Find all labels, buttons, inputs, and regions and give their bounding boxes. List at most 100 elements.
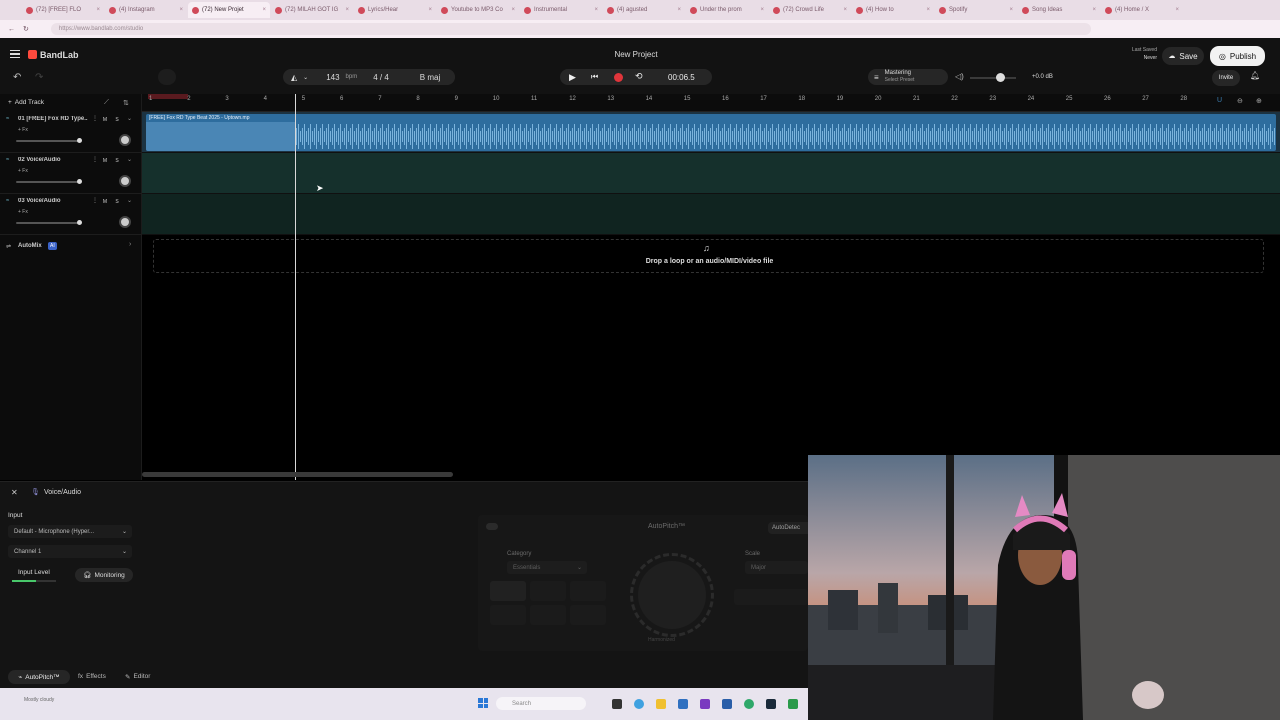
more-icon[interactable]: ⋮	[92, 156, 98, 163]
tab-close-icon[interactable]: ×	[1175, 7, 1179, 13]
save-button[interactable]: ☁ Save	[1162, 47, 1204, 65]
chevron-right-icon[interactable]: ›	[129, 241, 131, 248]
solo-button[interactable]: S	[112, 197, 122, 206]
tab-editor[interactable]: ✎ Editor	[125, 673, 150, 681]
tab-close-icon[interactable]: ×	[760, 7, 764, 13]
tab-close-icon[interactable]: ×	[1009, 7, 1013, 13]
input-device-select[interactable]: Default - Microphone (Hyper... ⌄	[8, 525, 132, 538]
chrome-icon[interactable]	[744, 699, 754, 709]
browser-tab[interactable]: (72) Crowd Life ×	[769, 2, 851, 18]
mute-button[interactable]: M	[100, 156, 110, 165]
mute-button[interactable]: M	[100, 115, 110, 124]
add-fx-button[interactable]: + Fx	[18, 168, 28, 174]
preset-tile[interactable]	[490, 605, 526, 625]
tab-autopitch[interactable]: ⌁ AutoPitch™	[8, 670, 70, 684]
track-title[interactable]: 02 Voice/Audio	[18, 157, 88, 163]
browser-tab[interactable]: (72) New Projet ×	[188, 2, 270, 18]
magnet-icon[interactable]: U	[1217, 97, 1222, 104]
automix-label[interactable]: AutoMix	[18, 243, 42, 249]
scale-select[interactable]: Major	[745, 561, 808, 574]
timeline-ruler[interactable]: 1 2 3 4 5 6 7 8 9 10 11 12 13 14 15 16 17 18 19 20 21 22 23 24 2…	[142, 94, 1280, 112]
tab-close-icon[interactable]: ×	[1092, 7, 1096, 13]
track-header[interactable]: ≈02 Voice/Audio + Fx ⋮ M S ⌄	[0, 153, 142, 194]
add-fx-button[interactable]: + Fx	[18, 209, 28, 215]
track-lane-2[interactable]	[142, 153, 1280, 194]
tab-close-icon[interactable]: ×	[511, 7, 515, 13]
audio-clip[interactable]: [FREE] Fox RD Type Beat 2025 - Uptown.mp	[146, 114, 1276, 151]
tab-close-icon[interactable]: ×	[179, 7, 183, 13]
preset-tile[interactable]	[530, 605, 566, 625]
play-icon[interactable]: ▶	[569, 72, 576, 83]
browser-tab[interactable]: Song Ideas ×	[1018, 2, 1100, 18]
skip-back-icon[interactable]: ⏮	[591, 72, 598, 82]
playhead[interactable]	[295, 94, 296, 480]
preset-tile[interactable]	[530, 581, 566, 601]
tab-close-icon[interactable]: ×	[677, 7, 681, 13]
pan-knob[interactable]	[119, 134, 131, 146]
tab-effects[interactable]: fx Effects	[78, 673, 106, 680]
track-volume-slider[interactable]	[16, 181, 80, 183]
add-track-button[interactable]: + Add Track	[8, 99, 44, 106]
preset-tile[interactable]	[570, 605, 606, 625]
master-volume-slider[interactable]	[970, 77, 1016, 79]
category-select[interactable]: Essentials ⌄	[507, 561, 587, 574]
more-icon[interactable]: ⋮	[92, 197, 98, 204]
windows-start-icon[interactable]	[478, 698, 488, 708]
steam-icon[interactable]	[766, 699, 776, 709]
taskbar-search[interactable]: Search	[496, 697, 586, 710]
edge-icon[interactable]	[634, 699, 644, 709]
pan-knob[interactable]	[119, 175, 131, 187]
browser-tab[interactable]: (72) MILAH GOT IG ×	[271, 2, 353, 18]
more-icon[interactable]: ⋮	[92, 115, 98, 122]
metronome-icon[interactable]: ◭	[291, 73, 297, 82]
record-icon[interactable]	[614, 73, 623, 82]
channel-select[interactable]: Channel 1 ⌄	[8, 545, 132, 558]
pitch-knob[interactable]	[638, 561, 706, 629]
refresh-icon[interactable]: ↻	[23, 25, 29, 33]
tab-close-icon[interactable]: ×	[843, 7, 847, 13]
horizontal-scrollbar[interactable]	[142, 472, 453, 477]
track-volume-slider[interactable]	[16, 222, 80, 224]
chevron-down-icon[interactable]: ⌄	[303, 74, 308, 81]
drop-zone[interactable]: ♫ Drop a loop or an audio/MIDI/video fil…	[153, 239, 1264, 273]
track-header[interactable]: ≈03 Voice/Audio + Fx ⋮ M S ⌄	[0, 194, 142, 235]
store-icon[interactable]	[678, 699, 688, 709]
browser-tab[interactable]: Under the prom ×	[686, 2, 768, 18]
browser-tab[interactable]: Lyrics/Hear ×	[354, 2, 436, 18]
add-fx-button[interactable]: + Fx	[18, 127, 28, 133]
browser-tab[interactable]: (4) agusted ×	[603, 2, 685, 18]
tab-close-icon[interactable]: ×	[96, 7, 100, 13]
time-signature[interactable]: 4 / 4	[373, 73, 389, 82]
wand-icon[interactable]: ⟋	[104, 99, 109, 107]
speaker-icon[interactable]: ◁)	[955, 72, 964, 81]
solo-button[interactable]: S	[112, 115, 122, 124]
redo-icon[interactable]: ↷	[35, 72, 43, 83]
back-icon[interactable]: ←	[8, 26, 15, 33]
autopitch-toggle[interactable]	[486, 523, 498, 530]
mail-icon[interactable]	[722, 699, 732, 709]
bell-icon[interactable]: 🔔︎	[1250, 71, 1260, 80]
track-header[interactable]: ≈01 [FREE] Fox RD Type... + Fx ⋮ M S ⌄	[0, 112, 142, 153]
track-title[interactable]: 01 [FREE] Fox RD Type...	[18, 116, 88, 122]
browser-tab[interactable]: (72) [FREE] FLO ×	[22, 2, 104, 18]
track-lane-1[interactable]: [FREE] Fox RD Type Beat 2025 - Uptown.mp	[142, 112, 1280, 153]
tab-close-icon[interactable]: ×	[428, 7, 432, 13]
loop-region[interactable]	[148, 94, 188, 99]
track-lane-3[interactable]	[142, 194, 1280, 235]
chevron-down-icon[interactable]: ⌄	[127, 197, 132, 204]
pan-knob[interactable]	[119, 216, 131, 228]
project-title[interactable]: New Project	[596, 50, 676, 59]
browser-tab[interactable]: (4) Instagram ×	[105, 2, 187, 18]
mute-button[interactable]: M	[100, 197, 110, 206]
chevron-down-icon[interactable]: ⌄	[127, 156, 132, 163]
zoom-in-icon[interactable]: ⊕	[1256, 97, 1262, 105]
app-icon[interactable]	[788, 699, 798, 709]
browser-tab[interactable]: Spotify ×	[935, 2, 1017, 18]
master-volume-handle[interactable]	[996, 73, 1005, 82]
browser-tab[interactable]: (4) Home / X ×	[1101, 2, 1183, 18]
zoom-out-icon[interactable]: ⊖	[1237, 97, 1243, 105]
input-level-tab[interactable]: Input Level	[18, 569, 50, 576]
publish-button[interactable]: ◎ Publish	[1210, 46, 1265, 66]
task-view-icon[interactable]	[612, 699, 622, 709]
monitoring-button[interactable]: 🎧︎ Monitoring	[75, 568, 133, 582]
